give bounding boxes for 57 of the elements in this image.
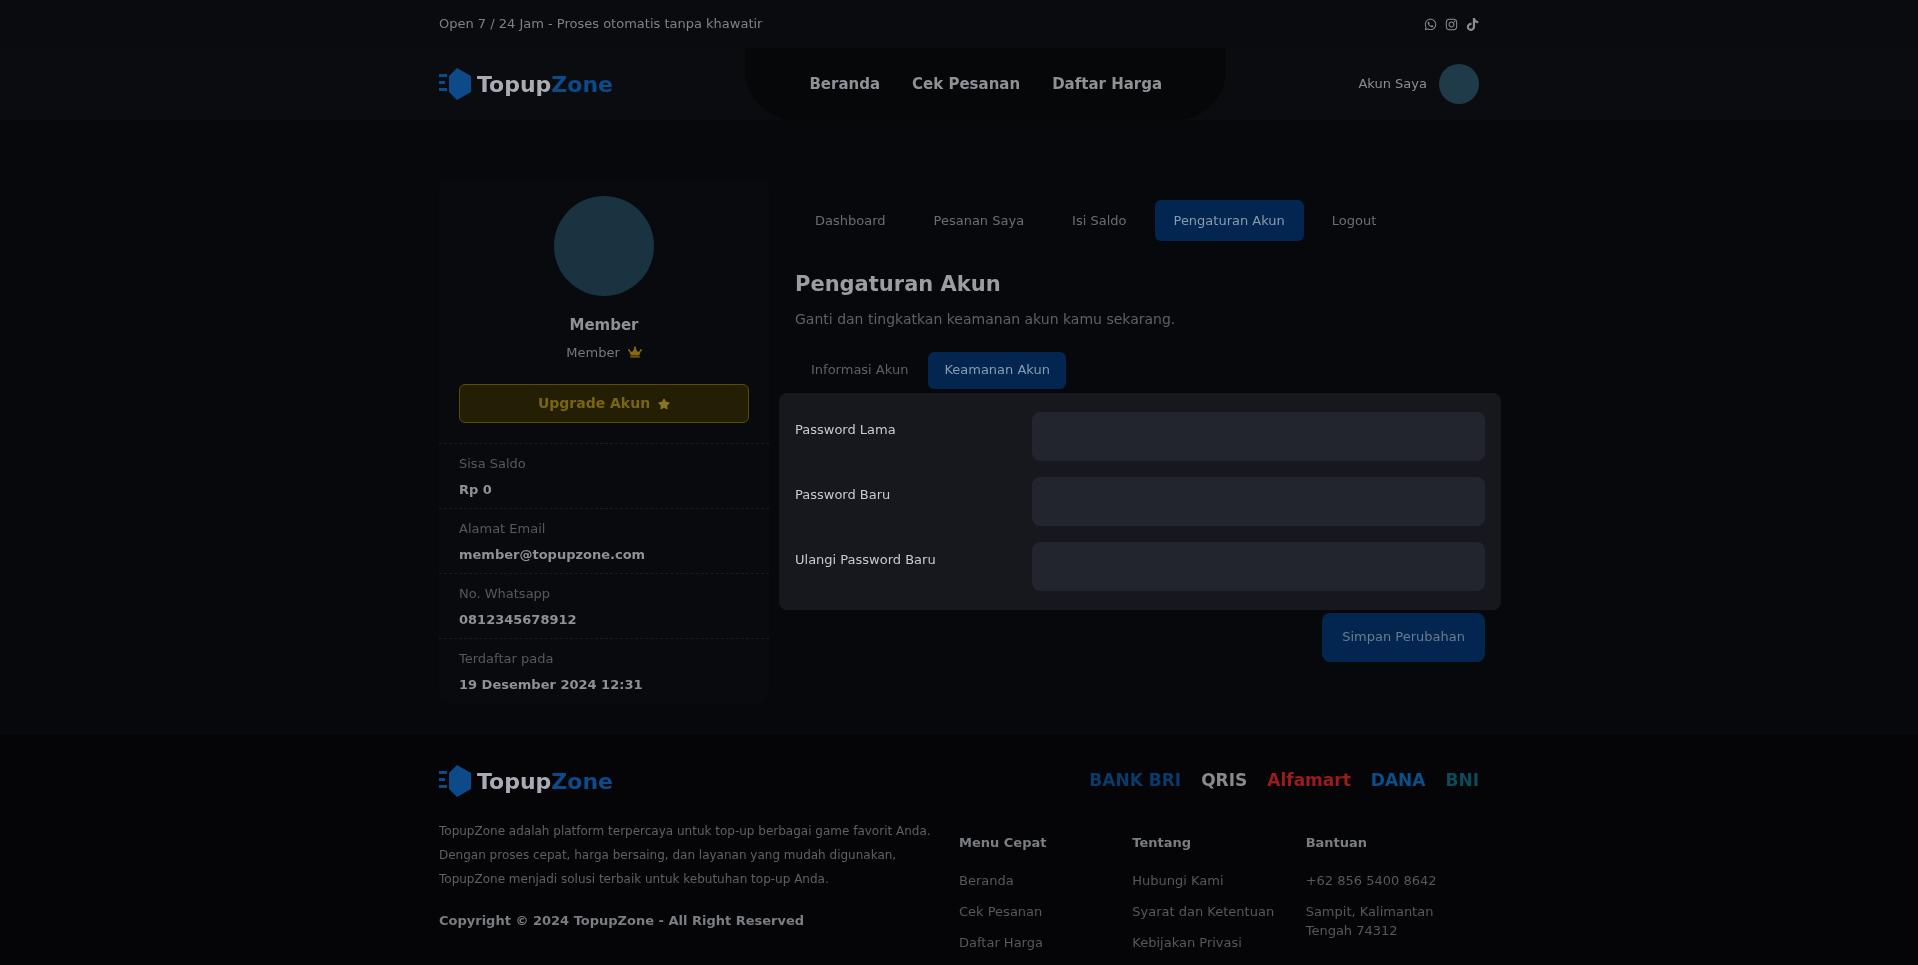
detail-value: member@topupzone.com: [459, 545, 647, 564]
payment-logo: BANK BRI: [1089, 769, 1182, 793]
crown-icon: [627, 345, 642, 360]
footer-link[interactable]: Cek Pesanan: [959, 901, 1109, 921]
footer-link[interactable]: Sampit, Kalimantan Tengah 74312: [1305, 901, 1456, 940]
whatsapp-icon[interactable]: [1424, 17, 1437, 31]
payment-logo: QRIS: [1201, 769, 1248, 793]
star-icon: [658, 397, 671, 410]
avatar-placeholder[interactable]: [1439, 64, 1479, 104]
top-notice: Open 7 / 24 Jam - Proses otomatis tanpa khawatir: [439, 15, 763, 34]
upgrade-button[interactable]: Upgrade Akun: [459, 384, 749, 423]
account-tab[interactable]: Isi Saldo: [1052, 200, 1147, 241]
footer-link[interactable]: Kebijakan Privasi: [1132, 932, 1283, 952]
brand-logo-icon: [439, 66, 473, 102]
footer-link[interactable]: Syarat dan Ketentuan: [1132, 901, 1283, 921]
field-label: Password Lama: [795, 420, 897, 439]
detail-value: 19 Desember 2024 12:31: [459, 675, 644, 694]
payment-logo: BNI: [1445, 769, 1479, 793]
account-tab[interactable]: Pesanan Saya: [913, 200, 1045, 241]
brand-logo-icon: [439, 763, 473, 799]
account-tab[interactable]: Pengaturan Akun: [1154, 200, 1304, 241]
profile-role: Member: [566, 343, 620, 362]
account-label[interactable]: Akun Saya: [1358, 74, 1427, 94]
footer-link[interactable]: +62 856 5400 8642: [1305, 870, 1456, 890]
nav-link[interactable]: Daftar Harga: [1052, 72, 1163, 96]
detail-label: No. Whatsapp: [459, 585, 552, 603]
copyright-text: Copyright © 2024 TopupZone - All Right Reserved: [439, 912, 806, 930]
brand-name[interactable]: TopupZone: [477, 764, 613, 798]
footer-link[interactable]: Beranda: [959, 870, 1109, 890]
detail-value: 0812345678912: [459, 610, 578, 629]
footer-link[interactable]: Daftar Harga: [959, 932, 1109, 952]
nav-link[interactable]: Beranda: [809, 72, 881, 96]
save-button[interactable]: Simpan Perubahan: [1322, 612, 1485, 662]
detail-label: Sisa Saldo: [459, 455, 527, 473]
payment-logo: Alfamart: [1267, 769, 1351, 793]
detail-value: Rp 0: [459, 480, 493, 499]
field-label: Ulangi Password Baru: [795, 550, 937, 569]
profile-name: Member: [569, 315, 639, 336]
tiktok-icon[interactable]: [1466, 17, 1479, 31]
footer-link[interactable]: Hubungi Kami: [1132, 870, 1283, 890]
footer-heading: Bantuan: [1305, 834, 1369, 852]
page-title: Pengaturan Akun: [795, 271, 1002, 298]
detail-label: Alamat Email: [459, 520, 547, 538]
account-tab[interactable]: Dashboard: [795, 200, 906, 241]
settings-subtab[interactable]: Informasi Akun: [795, 351, 925, 389]
payment-logo: DANA: [1370, 769, 1426, 793]
page-description: Ganti dan tingkatkan keamanan akun kamu sekarang.: [795, 309, 1177, 329]
instagram-icon[interactable]: [1445, 17, 1458, 31]
footer-heading: Tentang: [1132, 834, 1193, 852]
account-tab[interactable]: Logout: [1311, 200, 1397, 241]
footer-heading: Menu Cepat: [959, 834, 1048, 852]
field-label: Password Baru: [795, 485, 892, 504]
detail-label: Terdaftar pada: [459, 650, 555, 668]
about-text: TopupZone adalah platform terpercaya untuk top-up berbagai game favorit Anda. Dengan proses cepat, harga bersaing, dan layanan yang mudah digunakan, TopupZone menjadi solusi terbaik untuk kebutuhan top-up Anda.: [439, 823, 932, 888]
settings-subtab[interactable]: Keamanan Akun: [928, 351, 1066, 389]
brand-name[interactable]: TopupZone: [477, 67, 613, 101]
nav-link[interactable]: Cek Pesanan: [912, 72, 1021, 96]
